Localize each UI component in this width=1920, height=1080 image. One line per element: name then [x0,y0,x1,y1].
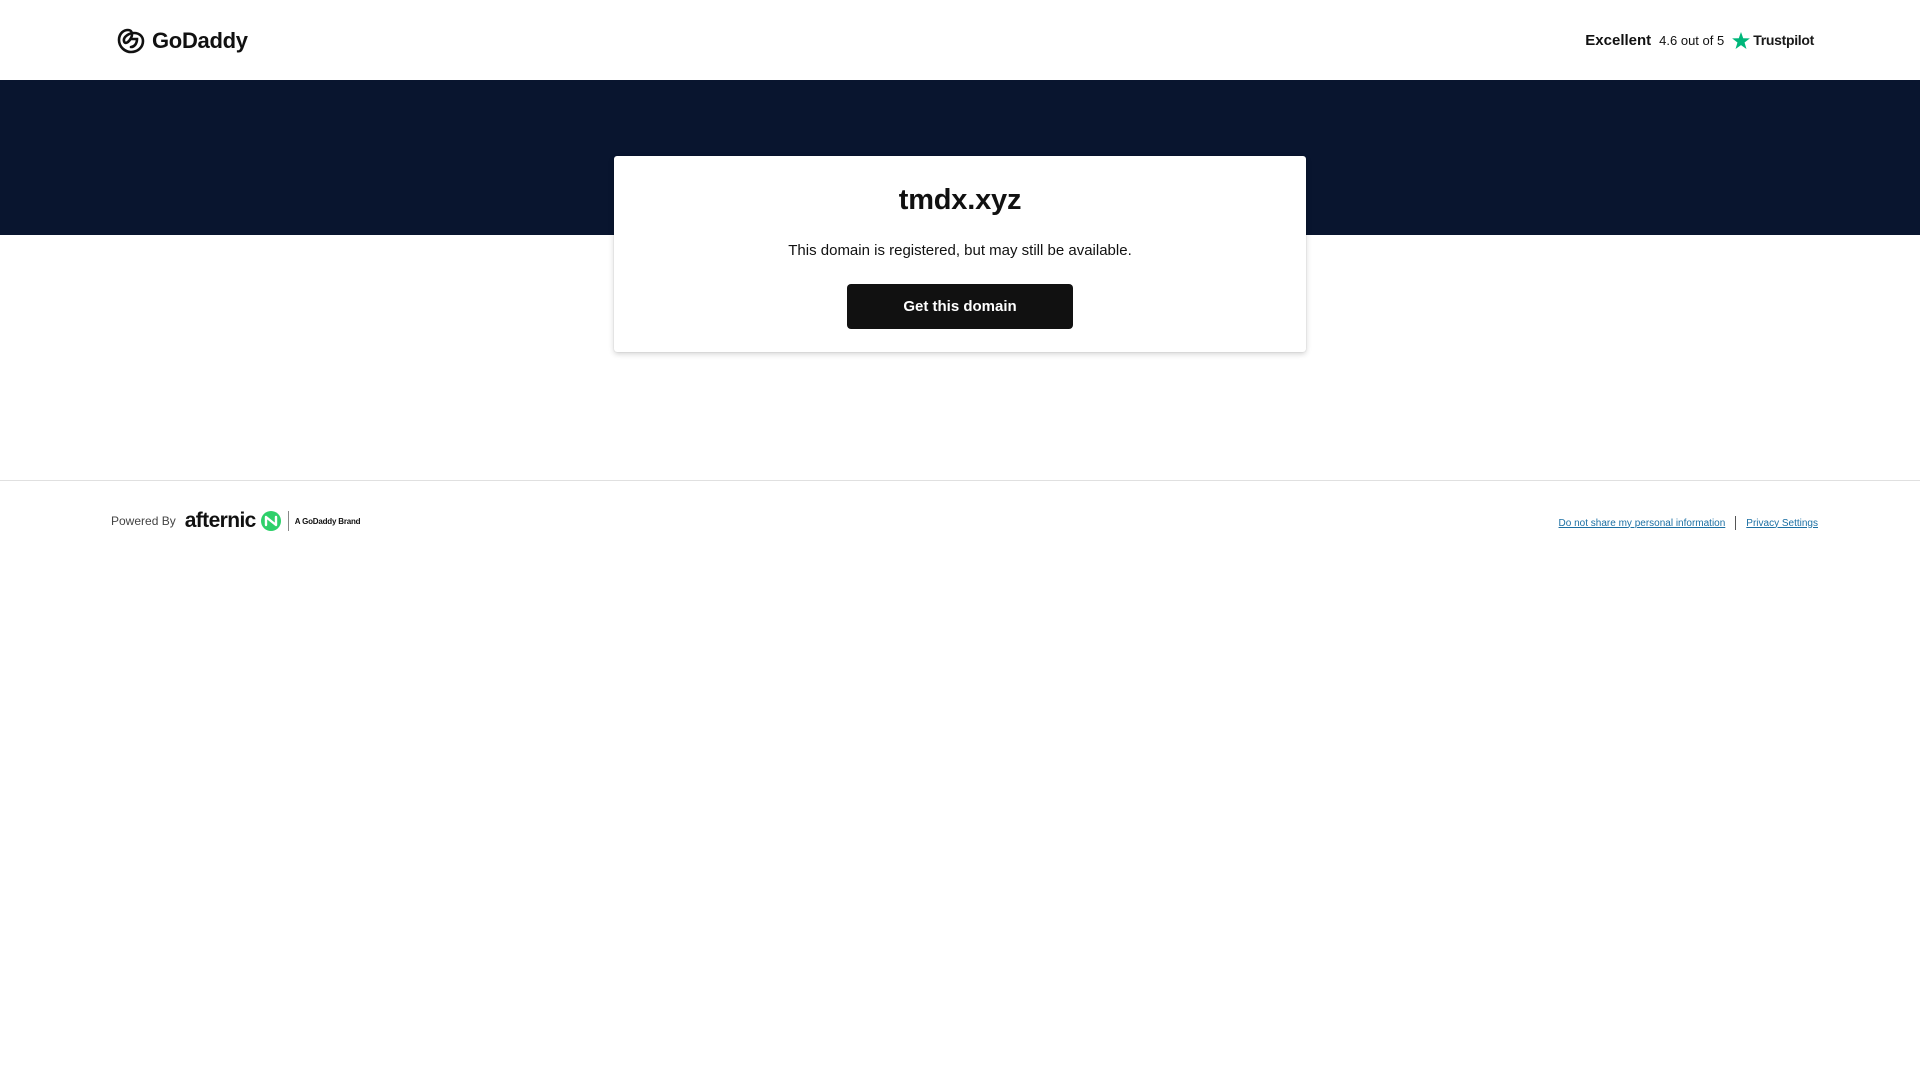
footer-links: Do not share my personal information Pri… [1559,515,1818,531]
godaddy-logo[interactable]: GoDaddy [116,26,248,56]
link-separator [1735,516,1737,530]
domain-name: tmdx.xyz [898,184,1022,216]
domain-status: This domain is registered, but may still… [788,242,1132,259]
get-this-domain-button[interactable]: Get this domain [847,284,1073,329]
privacy-opt-out-link[interactable]: Do not share my personal information [1559,518,1726,529]
site-header: GoDaddy Excellent 4.6 out of 5 Trustpilo… [0,0,1920,80]
rating-score: 4.6 out of 5 [1659,32,1725,48]
domain-card: tmdx.xyz This domain is registered, but … [614,156,1306,352]
trustpilot-rating[interactable]: Excellent 4.6 out of 5 Trustpilot [1585,28,1814,52]
brand-separator [287,511,289,531]
logo-wordmark: GoDaddy [152,28,248,53]
godaddy-logo-icon [117,28,145,54]
powered-by: Powered By afternic A GoDaddy Brand [111,508,361,534]
rating-word: Excellent [1585,31,1652,49]
powered-by-label: Powered By [111,514,176,528]
trustpilot-star-icon [1732,31,1751,49]
privacy-settings-link[interactable]: Privacy Settings [1746,518,1818,529]
afternic-wordmark[interactable]: afternic [185,509,257,533]
brand-tagline: A GoDaddy Brand [294,516,361,526]
trustpilot-wordmark: Trustpilot [1753,32,1814,48]
afternic-mark-icon [260,511,281,531]
footer-divider [0,480,1920,481]
